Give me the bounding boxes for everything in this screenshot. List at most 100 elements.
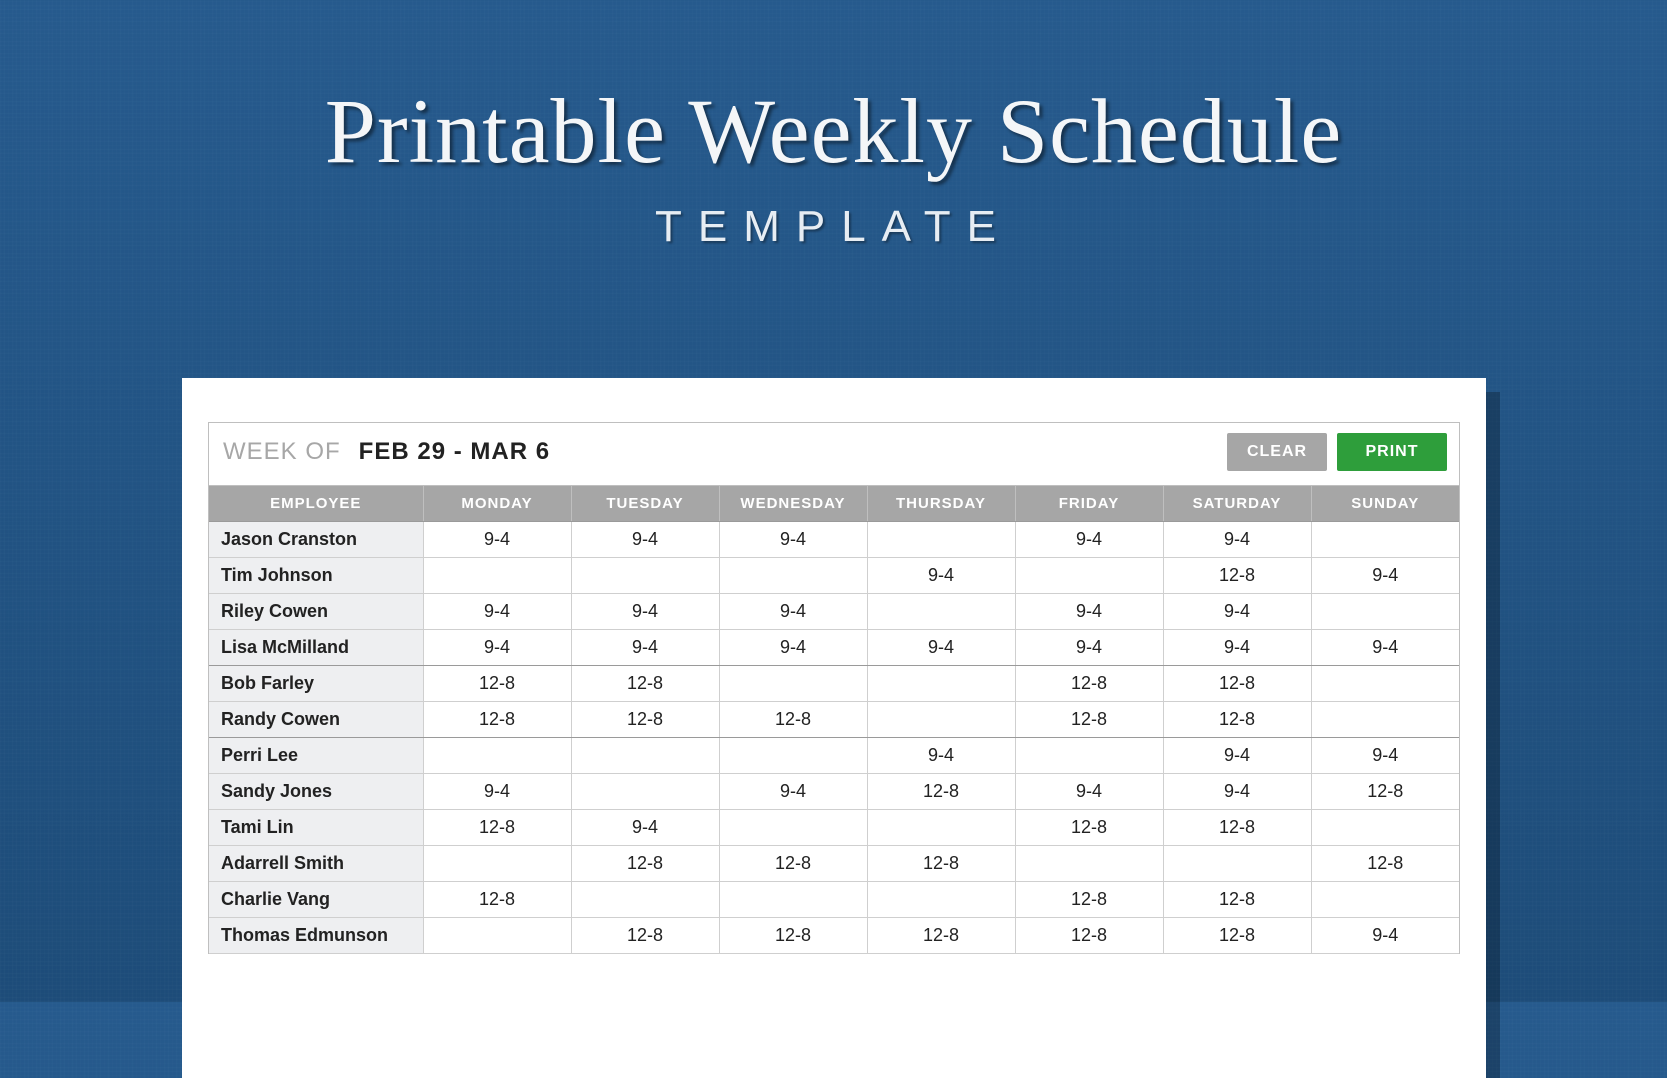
schedule-cell[interactable] (1311, 522, 1459, 558)
schedule-cell[interactable]: 12-8 (1163, 810, 1311, 846)
schedule-cell[interactable]: 12-8 (571, 666, 719, 702)
schedule-cell[interactable] (1015, 738, 1163, 774)
schedule-cell[interactable]: 12-8 (1015, 666, 1163, 702)
schedule-cell[interactable]: 12-8 (1163, 882, 1311, 918)
employee-name-cell: Bob Farley (209, 666, 423, 702)
schedule-cell[interactable]: 9-4 (1015, 522, 1163, 558)
schedule-cell[interactable] (867, 702, 1015, 738)
schedule-cell[interactable]: 9-4 (1163, 774, 1311, 810)
schedule-cell[interactable]: 12-8 (1015, 882, 1163, 918)
schedule-cell[interactable]: 9-4 (571, 522, 719, 558)
col-tuesday: TUESDAY (571, 486, 719, 522)
schedule-cell[interactable]: 9-4 (571, 594, 719, 630)
schedule-cell[interactable] (1015, 846, 1163, 882)
schedule-cell[interactable] (571, 774, 719, 810)
schedule-cell[interactable]: 12-8 (1163, 702, 1311, 738)
paper-frame: WEEK OF FEB 29 - MAR 6 CLEAR PRINT EMPLO… (208, 422, 1460, 954)
schedule-cell[interactable] (719, 738, 867, 774)
schedule-cell[interactable] (867, 594, 1015, 630)
schedule-cell[interactable] (719, 666, 867, 702)
table-row: Charlie Vang12-812-812-8 (209, 882, 1459, 918)
schedule-cell[interactable]: 9-4 (1015, 774, 1163, 810)
schedule-cell[interactable] (423, 738, 571, 774)
schedule-cell[interactable]: 9-4 (423, 630, 571, 666)
schedule-cell[interactable]: 9-4 (1163, 738, 1311, 774)
schedule-cell[interactable] (1311, 810, 1459, 846)
schedule-cell[interactable] (571, 738, 719, 774)
schedule-cell[interactable] (571, 558, 719, 594)
schedule-cell[interactable]: 9-4 (1015, 630, 1163, 666)
schedule-cell[interactable]: 9-4 (1163, 594, 1311, 630)
schedule-cell[interactable] (423, 918, 571, 954)
schedule-cell[interactable] (1163, 846, 1311, 882)
schedule-cell[interactable]: 12-8 (423, 882, 571, 918)
schedule-cell[interactable] (423, 558, 571, 594)
schedule-cell[interactable]: 9-4 (423, 774, 571, 810)
schedule-cell[interactable]: 9-4 (1311, 738, 1459, 774)
schedule-cell[interactable]: 12-8 (423, 666, 571, 702)
schedule-cell[interactable]: 12-8 (571, 918, 719, 954)
schedule-cell[interactable]: 9-4 (1015, 594, 1163, 630)
schedule-cell[interactable]: 9-4 (1311, 918, 1459, 954)
schedule-cell[interactable]: 9-4 (423, 522, 571, 558)
schedule-cell[interactable]: 12-8 (1163, 558, 1311, 594)
table-row: Jason Cranston9-49-49-49-49-4 (209, 522, 1459, 558)
schedule-cell[interactable]: 12-8 (1163, 918, 1311, 954)
schedule-cell[interactable]: 9-4 (571, 810, 719, 846)
schedule-cell[interactable]: 9-4 (1163, 630, 1311, 666)
schedule-cell[interactable] (1311, 702, 1459, 738)
col-employee: EMPLOYEE (209, 486, 423, 522)
schedule-cell[interactable]: 9-4 (1311, 558, 1459, 594)
schedule-cell[interactable]: 9-4 (423, 594, 571, 630)
schedule-cell[interactable]: 12-8 (1015, 702, 1163, 738)
schedule-cell[interactable]: 12-8 (1163, 666, 1311, 702)
schedule-cell[interactable]: 9-4 (867, 630, 1015, 666)
schedule-cell[interactable] (719, 882, 867, 918)
hero-title: Printable Weekly Schedule (0, 78, 1667, 184)
schedule-cell[interactable] (867, 810, 1015, 846)
schedule-cell[interactable]: 12-8 (423, 702, 571, 738)
col-wednesday: WEDNESDAY (719, 486, 867, 522)
schedule-cell[interactable]: 9-4 (1163, 522, 1311, 558)
schedule-cell[interactable]: 12-8 (1015, 918, 1163, 954)
schedule-cell[interactable] (571, 882, 719, 918)
schedule-cell[interactable]: 12-8 (719, 702, 867, 738)
schedule-cell[interactable] (867, 882, 1015, 918)
schedule-cell[interactable]: 12-8 (1015, 810, 1163, 846)
print-button[interactable]: PRINT (1337, 433, 1447, 471)
schedule-cell[interactable]: 12-8 (867, 774, 1015, 810)
table-row: Bob Farley12-812-812-812-8 (209, 666, 1459, 702)
schedule-cell[interactable]: 9-4 (719, 594, 867, 630)
schedule-cell[interactable] (1015, 558, 1163, 594)
schedule-cell[interactable]: 9-4 (1311, 630, 1459, 666)
employee-name-cell: Sandy Jones (209, 774, 423, 810)
clear-button[interactable]: CLEAR (1227, 433, 1327, 471)
schedule-cell[interactable]: 12-8 (1311, 774, 1459, 810)
schedule-cell[interactable]: 12-8 (1311, 846, 1459, 882)
schedule-cell[interactable] (1311, 594, 1459, 630)
schedule-cell[interactable] (719, 810, 867, 846)
schedule-cell[interactable]: 12-8 (571, 846, 719, 882)
schedule-cell[interactable] (867, 522, 1015, 558)
schedule-cell[interactable]: 12-8 (867, 846, 1015, 882)
schedule-cell[interactable] (423, 846, 571, 882)
schedule-cell[interactable] (1311, 666, 1459, 702)
schedule-cell[interactable]: 9-4 (867, 558, 1015, 594)
schedule-cell[interactable]: 9-4 (571, 630, 719, 666)
schedule-cell[interactable]: 9-4 (719, 630, 867, 666)
schedule-cell[interactable]: 12-8 (719, 918, 867, 954)
schedule-cell[interactable]: 12-8 (867, 918, 1015, 954)
schedule-cell[interactable] (1311, 882, 1459, 918)
hero-banner: Printable Weekly Schedule TEMPLATE (0, 0, 1667, 252)
table-row: Perri Lee9-49-49-4 (209, 738, 1459, 774)
schedule-cell[interactable]: 12-8 (423, 810, 571, 846)
schedule-cell[interactable]: 12-8 (719, 846, 867, 882)
schedule-cell[interactable]: 9-4 (867, 738, 1015, 774)
schedule-cell[interactable]: 9-4 (719, 522, 867, 558)
schedule-cell[interactable] (719, 558, 867, 594)
schedule-cell[interactable]: 9-4 (719, 774, 867, 810)
paper-sheet: WEEK OF FEB 29 - MAR 6 CLEAR PRINT EMPLO… (182, 378, 1486, 1078)
schedule-cell[interactable] (867, 666, 1015, 702)
schedule-cell[interactable]: 12-8 (571, 702, 719, 738)
employee-name-cell: Tim Johnson (209, 558, 423, 594)
